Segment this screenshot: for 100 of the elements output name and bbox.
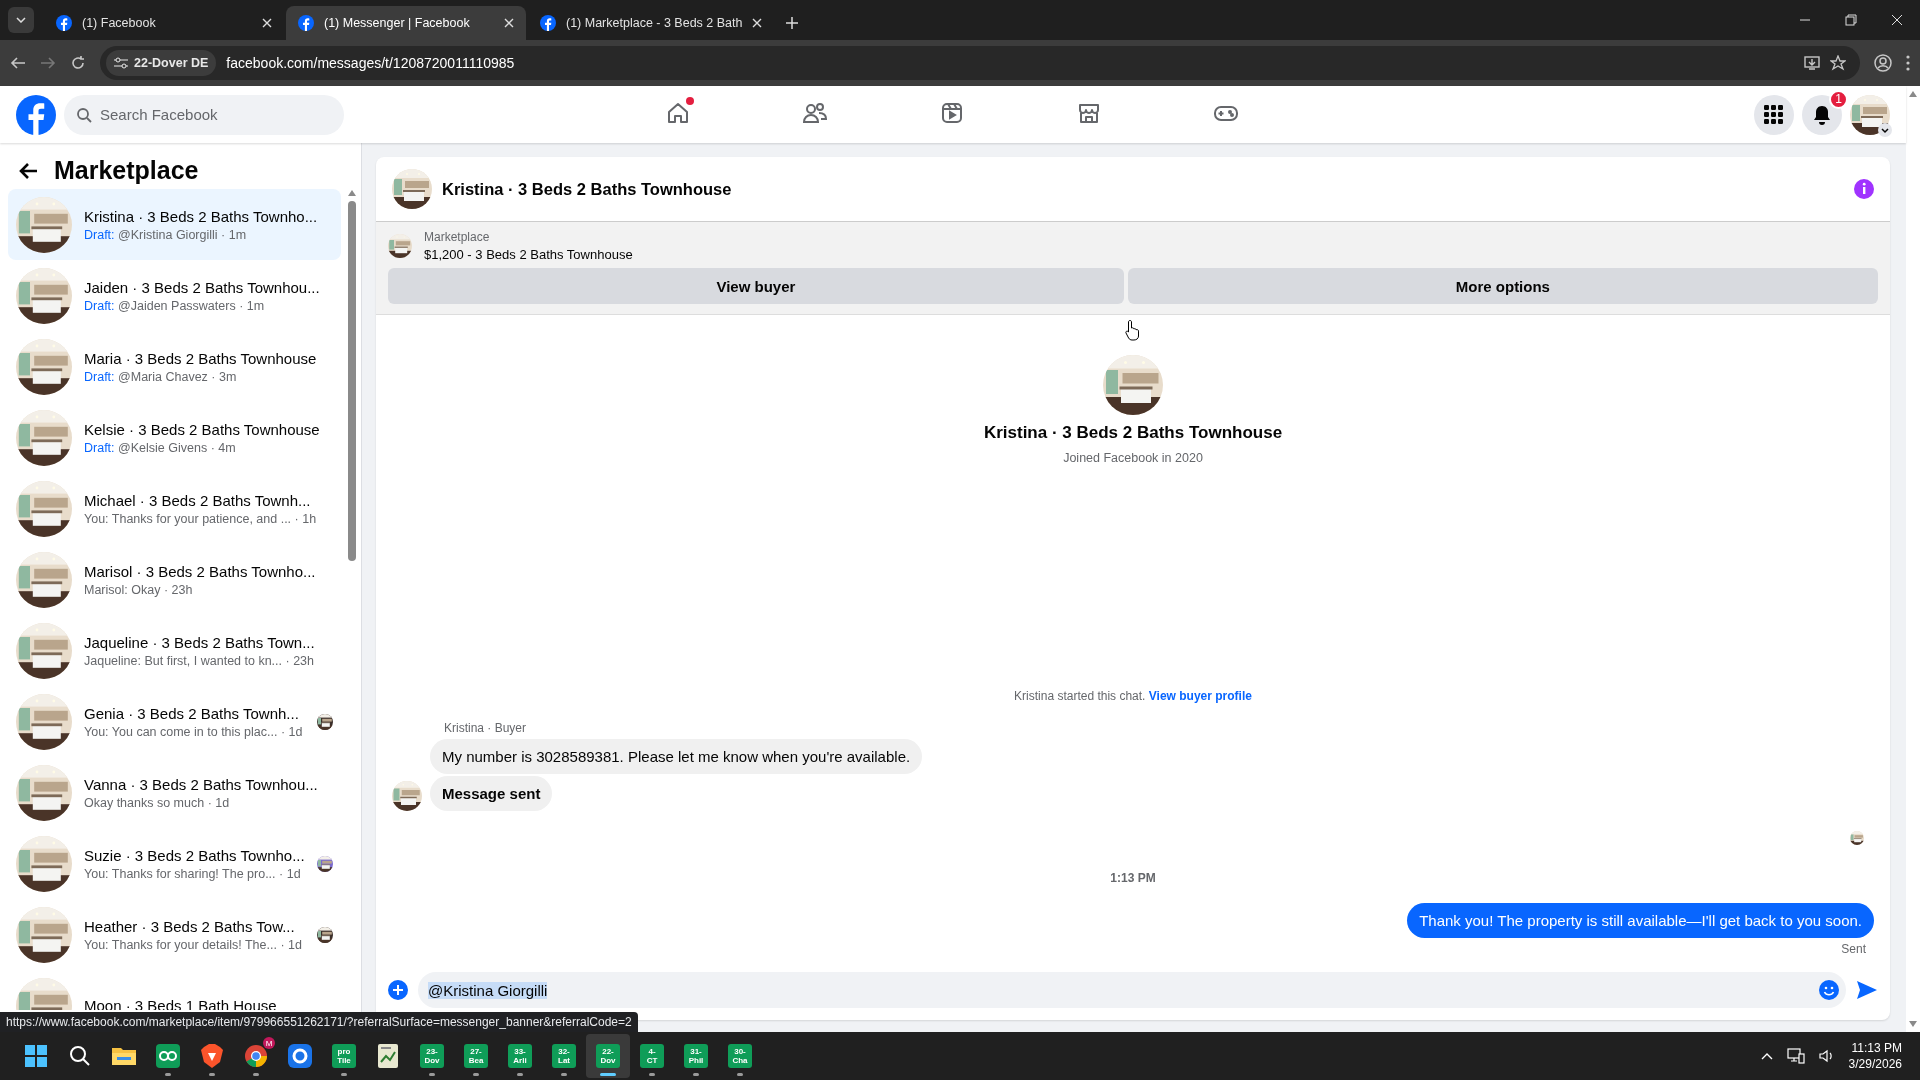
taskbar-button[interactable]: 31- Phil	[674, 1034, 718, 1078]
search-icon	[76, 106, 92, 123]
emoji-icon[interactable]	[1818, 979, 1840, 1001]
conversation-item[interactable]: Jaiden · 3 Beds 2 Baths Townhou... Draft: @Jaiden Passwaters · 1m	[8, 260, 341, 331]
facebook-logo[interactable]	[16, 94, 56, 135]
conversation-preview: Draft: @Maria Chavez · 3m	[84, 369, 238, 384]
close-icon[interactable]	[262, 18, 272, 28]
search-field[interactable]: Search Facebook	[64, 94, 344, 135]
sender-label: Kristina · Buyer	[444, 721, 528, 735]
close-icon[interactable]	[504, 18, 514, 28]
browser-tab[interactable]: (1) Facebook	[44, 6, 284, 40]
conversation-item[interactable]: Marisol · 3 Beds 2 Baths Townho... Marisol: Okay · 23h	[8, 544, 341, 615]
conversation-preview: You: You can come in to this plac... · 1d	[84, 724, 304, 739]
taskbar-button[interactable]: 23- Dov	[410, 1034, 454, 1078]
browser-tab[interactable]: (1) Messenger | Facebook	[286, 6, 526, 40]
taskbar-button[interactable]: 33- Arli	[498, 1034, 542, 1078]
profile-name: Kristina · 3 Beds 2 Baths Townhouse	[983, 423, 1283, 443]
conversation-title: Marisol · 3 Beds 2 Baths Townho...	[84, 562, 317, 580]
home-icon	[665, 101, 690, 125]
app-icon	[156, 1044, 180, 1068]
notification-badge: 1	[1829, 89, 1848, 109]
windows-logo-icon	[25, 1045, 47, 1067]
app-icon: 31- Phil	[684, 1044, 708, 1068]
taskbar-button[interactable]: 4- CT	[630, 1034, 674, 1078]
message-input[interactable]: @Kristina Giorgilli	[418, 972, 1846, 1008]
buyer-profile-link[interactable]: View buyer profile	[1148, 689, 1252, 703]
chat-start-note: Kristina started this chat. View buyer profile	[1013, 689, 1253, 703]
conversation-preview: Draft: @Jaiden Passwaters · 1m	[84, 298, 266, 313]
conversation-title: Maria · 3 Beds 2 Baths Townhouse	[84, 349, 318, 367]
profile-badge: M	[263, 1037, 275, 1049]
address-bar[interactable]: facebook.com/messages/t/1208720011110985	[226, 55, 515, 71]
conversation-preview: Marisol: Okay · 23h	[84, 582, 194, 597]
taskbar-button[interactable]: pro Tile	[322, 1034, 366, 1078]
app-icon: 33- Arli	[508, 1044, 532, 1068]
scroll-up-icon[interactable]	[347, 189, 357, 197]
taskbar-button[interactable]: 27- Bea	[454, 1034, 498, 1078]
conversation-item[interactable]: Vanna · 3 Beds 2 Baths Townhou... Okay thanks so much · 1d	[8, 757, 341, 828]
new-tab-icon[interactable]	[786, 17, 799, 29]
chevron-down-icon	[16, 17, 26, 23]
chevron-up-icon[interactable]	[1760, 1052, 1773, 1060]
info-icon[interactable]	[1854, 179, 1874, 199]
delivery-status: Sent	[1841, 942, 1866, 956]
forward-icon[interactable]	[40, 55, 56, 71]
browser-tab[interactable]: (1) Marketplace - 3 Beds 2 Bath	[528, 6, 775, 40]
network-icon[interactable]	[1786, 1048, 1805, 1064]
app-icon	[288, 1044, 312, 1068]
menu-icon[interactable]	[1906, 55, 1910, 71]
back-icon[interactable]	[10, 55, 26, 71]
action-button[interactable]: View buyer	[388, 268, 1124, 304]
menu-button[interactable]	[1754, 94, 1794, 135]
tune-icon	[114, 57, 128, 69]
app-icon: 22- Dov	[596, 1044, 620, 1068]
scrollbar-thumb[interactable]	[348, 201, 356, 561]
message-time: 1:13 PM	[1109, 871, 1157, 885]
taskbar-button[interactable]: 22- Dov	[586, 1034, 630, 1078]
conversation-item[interactable]: Maria · 3 Beds 2 Baths Townhouse Draft: @Maria Chavez · 3m	[8, 331, 341, 402]
search-icon	[69, 1045, 91, 1067]
install-icon[interactable]	[1804, 55, 1820, 71]
scroll-down-icon[interactable]	[1908, 1020, 1918, 1028]
profile-icon[interactable]	[1874, 54, 1892, 72]
conversation-item[interactable]: Michael · 3 Beds 2 Baths Townh... You: Thanks for your patience, and ... · 1h	[8, 473, 341, 544]
caret-icon[interactable]	[1878, 122, 1892, 137]
conversation-item[interactable]: Suzie · 3 Beds 2 Baths Townho... You: Thanks for sharing! The pro... · 1d	[8, 828, 341, 899]
link-preview-url: https://www.facebook.com/marketplace/item/979966551262171/?referralSurface=messenger_banner&referralCode=2	[0, 1012, 638, 1032]
action-button[interactable]: More options	[1127, 268, 1878, 304]
facebook-favicon	[298, 15, 314, 31]
conversation-item[interactable]: Heather · 3 Beds 2 Baths Tow... You: Thanks for your details! The... · 1d	[8, 899, 341, 970]
site-info-chip[interactable]: 22-Dover DE	[106, 50, 217, 76]
speaker-icon[interactable]	[1818, 1049, 1835, 1063]
conversation-item[interactable]: Jaqueline · 3 Beds 2 Baths Town... Jaqueline: But first, I wanted to kn... · 23h	[8, 615, 341, 686]
taskbar-button[interactable]: M	[234, 1034, 278, 1078]
tab-list-button[interactable]	[8, 7, 34, 33]
chat-title: Kristina · 3 Beds 2 Baths Townhouse	[442, 179, 733, 199]
conversation-item[interactable]: Genia · 3 Beds 2 Baths Townh... You: You can come in to this plac... · 1d	[8, 686, 341, 757]
conversation-preview: You: Thanks for your patience, and ... · 1h	[84, 511, 318, 526]
bell-icon	[1812, 104, 1832, 125]
taskbar-button[interactable]: 32- Lat	[542, 1034, 586, 1078]
send-icon[interactable]	[1856, 980, 1878, 1000]
conversation-title: Jaiden · 3 Beds 2 Baths Townhou...	[84, 278, 321, 296]
conversation-title: Genia · 3 Beds 2 Baths Townh...	[84, 704, 300, 722]
conversation-item[interactable]: Kelsie · 3 Beds 2 Baths Townhouse Draft: @Kelsie Givens · 4m	[8, 402, 341, 473]
outgoing-message: Thank you! The property is still available—I'll get back to you soon.	[1407, 903, 1874, 938]
document-icon	[378, 1044, 398, 1068]
sidebar-title: Marketplace	[54, 156, 199, 185]
listing-summary[interactable]: $1,200 - 3 Beds 2 Baths Townhouse	[424, 247, 633, 262]
conversation-title: Vanna · 3 Beds 2 Baths Townhou...	[84, 775, 319, 793]
conversation-item[interactable]: Kristina · 3 Beds 2 Baths Townho... Draft: @Kristina Giorgilli · 1m	[8, 189, 341, 260]
add-icon[interactable]	[388, 980, 408, 1000]
back-arrow-icon[interactable]	[18, 161, 38, 180]
scroll-up-icon[interactable]	[1908, 90, 1918, 98]
taskbar-button[interactable]: 30- Cha	[718, 1034, 762, 1078]
hand-cursor-icon	[1125, 319, 1141, 341]
close-icon[interactable]	[752, 18, 763, 28]
clock[interactable]: 11:13 PM 3/29/2026	[1848, 1041, 1902, 1071]
conversation-preview: You: Thanks for your details! The... · 1d	[84, 937, 303, 952]
conversation-title: Jaqueline · 3 Beds 2 Baths Town...	[84, 633, 316, 651]
app-icon: 32- Lat	[552, 1044, 576, 1068]
bookmark-star-icon[interactable]	[1830, 55, 1846, 71]
conversation-title: Kelsie · 3 Beds 2 Baths Townhouse	[84, 420, 321, 438]
reload-icon[interactable]	[70, 55, 86, 71]
